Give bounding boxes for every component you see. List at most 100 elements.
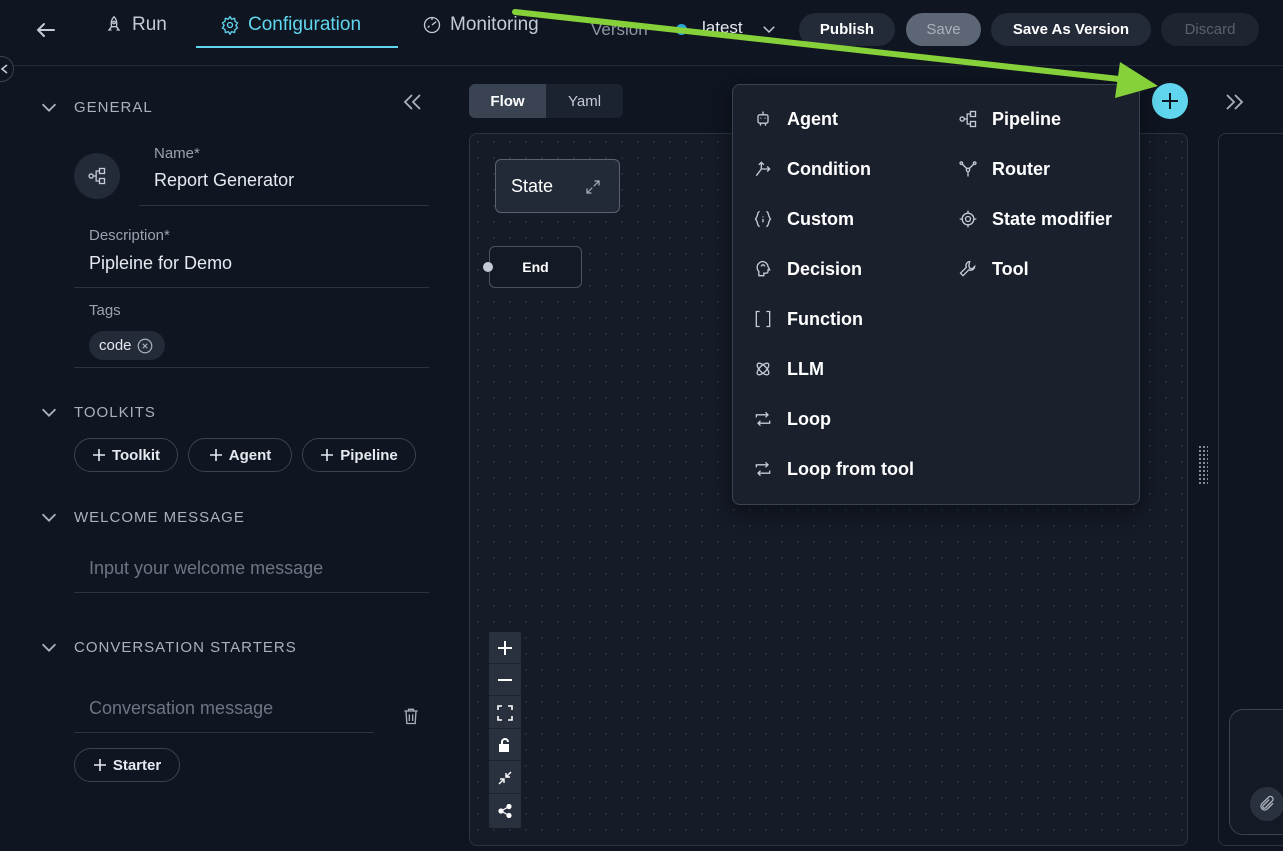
description-underline [74,287,429,288]
section-welcome-header[interactable]: WELCOME MESSAGE [38,506,245,528]
section-general-title: GENERAL [74,98,153,116]
chevron-down-icon[interactable] [760,20,778,38]
add-agent-label: Agent [228,446,272,464]
plus-icon [93,759,106,771]
gear-icon [959,210,977,228]
menu-item-llm[interactable]: LLM [753,354,824,384]
state-node-label: State [511,175,554,196]
menu-item-pipeline[interactable]: Pipeline [958,104,1061,134]
rocket-icon [107,15,121,31]
active-tab-indicator [196,46,398,48]
add-toolkit-button[interactable]: Toolkit [74,438,178,472]
menu-item-llm-label: LLM [787,358,824,379]
chevron-down-icon [41,408,57,417]
collapse-nodes-button[interactable] [489,762,521,794]
add-pipeline-label: Pipeline [340,446,398,464]
save-button[interactable]: Save [906,13,981,46]
plus-icon [321,449,334,461]
collapse-left-icon[interactable] [400,90,424,114]
lock-button[interactable] [489,729,521,761]
menu-item-agent-label: Agent [787,108,838,129]
loop-icon [755,461,771,477]
chevron-down-icon [41,103,57,112]
tab-configuration[interactable]: Configuration [220,0,361,50]
collapse-icon [498,771,512,784]
pipeline-avatar [74,153,120,199]
add-pipeline-button[interactable]: Pipeline [302,438,416,472]
pipeline-icon [88,167,106,185]
description-label: Description* [89,227,170,244]
add-node-button[interactable] [1152,83,1188,119]
menu-item-router-label: Router [992,158,1050,179]
name-input[interactable]: Report Generator [154,170,294,191]
menu-item-custom-label: Custom [787,208,854,229]
menu-item-loop[interactable]: Loop [753,404,831,434]
lock-icon [499,737,509,752]
add-agent-button[interactable]: Agent [188,438,292,472]
trash-icon[interactable] [401,706,421,726]
zoom-in-button[interactable] [489,632,521,664]
menu-item-decision[interactable]: Decision [753,254,862,284]
expand-icon[interactable] [584,178,602,196]
section-general-header[interactable]: GENERAL [38,96,153,118]
tags-underline [74,367,429,368]
condition-icon [755,161,771,177]
menu-item-loop-label: Loop [787,408,831,429]
name-label: Name* [154,145,200,162]
publish-button[interactable]: Publish [799,13,895,46]
paperclip-icon [1260,795,1274,811]
version-label: Version [591,20,648,39]
menu-item-router[interactable]: Router [958,154,1050,184]
expand-right-icon[interactable] [1223,90,1247,114]
fit-view-button[interactable] [489,697,521,729]
menu-item-state-modifier[interactable]: State modifier [958,204,1112,234]
close-circle-icon[interactable] [136,337,154,355]
add-toolkit-label: Toolkit [111,446,161,464]
menu-item-state-modifier-label: State modifier [992,208,1113,229]
menu-item-tool[interactable]: Tool [958,254,1029,284]
tags-label: Tags [89,302,121,319]
plus-icon [1162,93,1178,109]
menu-item-custom[interactable]: Custom [753,204,854,234]
tab-yaml[interactable]: Yaml [546,84,623,118]
tab-flow[interactable]: Flow [469,84,546,118]
attach-button[interactable] [1250,787,1283,821]
state-node[interactable]: State [495,159,620,213]
resize-handle[interactable] [1198,445,1208,485]
top-bar: Run Configuration Monitoring Version lat… [0,0,1283,66]
share-nodes-icon [498,804,512,818]
section-toolkits-header[interactable]: TOOLKITS [38,401,156,423]
fit-view-icon [497,704,513,721]
layout-button[interactable] [489,795,521,827]
loop-icon [755,411,771,427]
menu-item-function[interactable]: Function [753,304,863,334]
add-node-menu: Agent Condition Custom Decision Function… [732,84,1140,505]
menu-item-loop-from-tool[interactable]: Loop from tool [753,454,914,484]
zoom-out-button[interactable] [489,664,521,696]
section-toolkits-title: TOOLKITS [74,403,156,421]
tab-monitoring-label: Monitoring [450,14,539,35]
tab-monitoring[interactable]: Monitoring [422,0,539,50]
menu-item-condition[interactable]: Condition [753,154,871,184]
menu-item-agent[interactable]: Agent [753,104,838,134]
conversation-message-input[interactable]: Conversation message [89,698,273,719]
end-node[interactable]: End [489,246,582,288]
end-node-handle[interactable] [483,262,493,272]
tag-chip-label: code [99,337,132,354]
version-select-value[interactable]: latest [702,18,743,38]
plus-icon [209,449,222,461]
starter-underline [74,732,374,733]
welcome-message-input[interactable]: Input your welcome message [89,558,323,579]
tab-configuration-label: Configuration [248,14,362,35]
description-input[interactable]: Pipleine for Demo [89,253,232,274]
add-starter-button[interactable]: Starter [74,748,180,782]
discard-button[interactable]: Discard [1161,13,1259,46]
section-starters-header[interactable]: CONVERSATION STARTERS [38,636,297,658]
save-as-version-button[interactable]: Save As Version [991,13,1151,46]
wrench-icon [959,260,976,277]
zoom-controls [489,632,521,828]
brackets-icon [755,310,771,328]
back-arrow-icon[interactable] [34,18,58,42]
menu-item-decision-label: Decision [787,258,863,279]
tab-run[interactable]: Run [104,0,167,50]
